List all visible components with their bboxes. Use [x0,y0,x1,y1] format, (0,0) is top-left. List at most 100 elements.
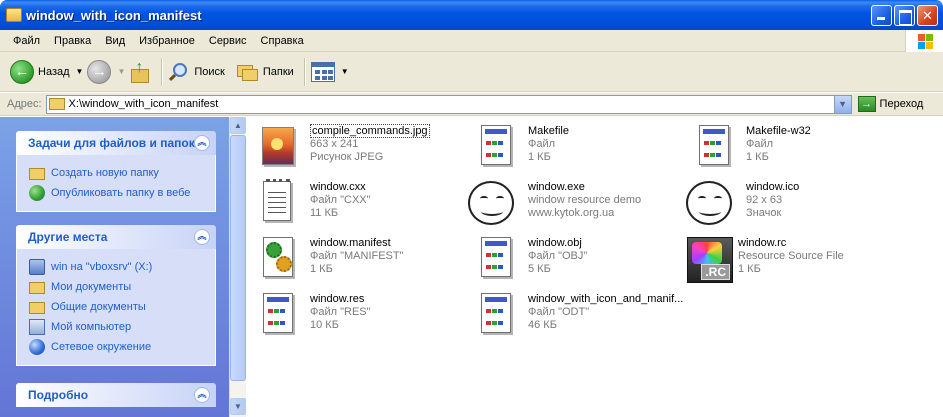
forward-dropdown-icon[interactable]: ▼ [117,67,125,76]
task-new-folder[interactable]: Создать новую папку [29,163,215,183]
folder-icon [6,8,22,22]
address-value: X:\window_with_icon_manifest [68,98,219,110]
address-dropdown-icon[interactable]: ▼ [833,95,851,113]
place-network-places[interactable]: Сетевое окружение [29,337,215,357]
file-type: Рисунок JPEG [310,151,384,163]
file-info: 663 x 241 [310,138,359,150]
forward-arrow-icon: → [87,59,112,84]
place-label: Мои документы [51,281,132,293]
scroll-down-button[interactable]: ▼ [230,398,246,415]
file-name: window.cxx [310,181,366,193]
views-icon [310,61,335,82]
address-input[interactable]: X:\window_with_icon_manifest ▼ [45,94,852,114]
up-folder-button[interactable]: ↑ [129,55,151,89]
file-type: Значок [746,207,782,219]
place-my-computer[interactable]: Мой компьютер [29,317,215,337]
place-shared-documents[interactable]: Общие документы [29,297,215,317]
network-drive-icon [29,259,45,275]
file-item[interactable]: window.manifest Файл "MANIFEST" 1 КБ [254,235,464,287]
minimize-button[interactable] [871,5,892,26]
menu-tools[interactable]: Сервис [202,35,254,47]
file-item[interactable]: window.cxx Файл "CXX" 11 КБ [254,179,464,231]
file-item[interactable]: Makefile Файл 1 КБ [472,123,682,175]
back-dropdown-icon[interactable]: ▼ [76,67,84,76]
rc-file-icon: .RC [686,235,734,283]
back-button[interactable]: ← Назад ▼ [10,55,83,89]
tasks-panel-header[interactable]: Задачи для файлов и папок ︽ [16,131,216,155]
task-publish-web[interactable]: Опубликовать папку в вебе [29,183,215,203]
back-label: Назад [38,65,70,78]
my-computer-icon [29,319,45,335]
file-item[interactable]: .RC window.rc Resource Source File 1 КБ [686,235,896,287]
collapse-chevron-icon[interactable]: ︽ [194,135,210,151]
back-arrow-icon: ← [10,59,34,84]
file-name: Makefile [528,125,569,137]
file-name: compile_commands.jpg [310,124,430,138]
generic-file-icon [254,291,302,339]
file-item[interactable]: window_with_icon_and_manif... Файл "ODT"… [472,291,712,343]
file-list: compile_commands.jpg 663 x 241 Рисунок J… [246,117,943,417]
place-label: Общие документы [51,301,146,313]
notepad-file-icon [254,179,302,227]
menu-view[interactable]: Вид [98,35,132,47]
task-pane-scrollbar[interactable]: ▲ ▼ [229,117,246,417]
smiley-face-icon [686,179,734,227]
file-item[interactable]: window.ico 92 x 63 Значок [686,179,896,231]
my-documents-icon [29,282,45,294]
places-panel-header[interactable]: Другие места ︽ [16,225,216,249]
generic-file-icon [472,123,520,171]
file-item[interactable]: window.exe window resource demo www.kyto… [468,179,678,231]
place-network-drive[interactable]: win на "vboxsrv" (X:) [29,257,215,277]
file-size: 10 КБ [310,319,339,331]
menu-file[interactable]: Файл [6,35,47,47]
task-label: Создать новую папку [51,167,159,179]
place-label: Мой компьютер [51,321,132,333]
title-bar[interactable]: window_with_icon_manifest ✕ [0,0,943,30]
shared-documents-icon [29,302,45,314]
places-panel-title: Другие места [28,230,108,244]
jpeg-image-icon [254,123,302,171]
menu-bar: Файл Правка Вид Избранное Сервис Справка [0,30,943,52]
close-button[interactable]: ✕ [917,5,938,26]
generic-file-icon [472,235,520,283]
file-item[interactable]: compile_commands.jpg 663 x 241 Рисунок J… [254,123,464,175]
task-label: Опубликовать папку в вебе [51,187,191,199]
go-button[interactable]: → Переход [857,96,924,112]
folders-label: Папки [262,65,294,78]
file-item[interactable]: window.obj Файл "OBJ" 5 КБ [472,235,682,287]
toolbar-separator [161,57,163,86]
views-dropdown-icon[interactable]: ▼ [341,67,349,76]
file-size: 1 КБ [746,151,769,163]
new-folder-icon [29,168,45,180]
search-label: Поиск [194,65,225,78]
maximize-button[interactable] [894,5,915,26]
file-size: 1 КБ [738,263,761,275]
scroll-up-button[interactable]: ▲ [230,117,246,134]
go-label: Переход [879,98,924,110]
file-size: 46 КБ [528,319,557,331]
details-panel-title: Подробно [28,388,89,402]
folders-button[interactable]: Папки [235,55,294,89]
place-my-documents[interactable]: Мои документы [29,277,215,297]
window-title: window_with_icon_manifest [26,7,202,23]
collapse-chevron-icon[interactable]: ︽ [194,387,210,403]
details-panel-header[interactable]: Подробно ︽ [16,383,216,407]
manifest-file-icon [254,235,302,283]
file-item[interactable]: Makefile-w32 Файл 1 КБ [690,123,900,175]
search-button[interactable]: Поиск [168,55,225,89]
views-button[interactable]: ▼ [310,55,349,89]
menu-help[interactable]: Справка [254,35,311,47]
forward-button[interactable]: → ▼ [87,55,125,89]
network-places-icon [29,339,45,355]
file-item[interactable]: window.res Файл "RES" 10 КБ [254,291,464,343]
maximize-icon [895,6,914,25]
file-info: window resource demo [528,194,642,206]
file-info: Resource Source File [738,250,844,262]
tasks-panel: Задачи для файлов и папок ︽ Создать нову… [16,131,216,212]
collapse-chevron-icon[interactable]: ︽ [194,229,210,245]
file-name: window_with_icon_and_manif... [528,293,684,305]
scroll-thumb[interactable] [230,135,246,381]
file-size: 1 КБ [310,263,333,275]
menu-edit[interactable]: Правка [47,35,98,47]
menu-favorites[interactable]: Избранное [132,35,202,47]
